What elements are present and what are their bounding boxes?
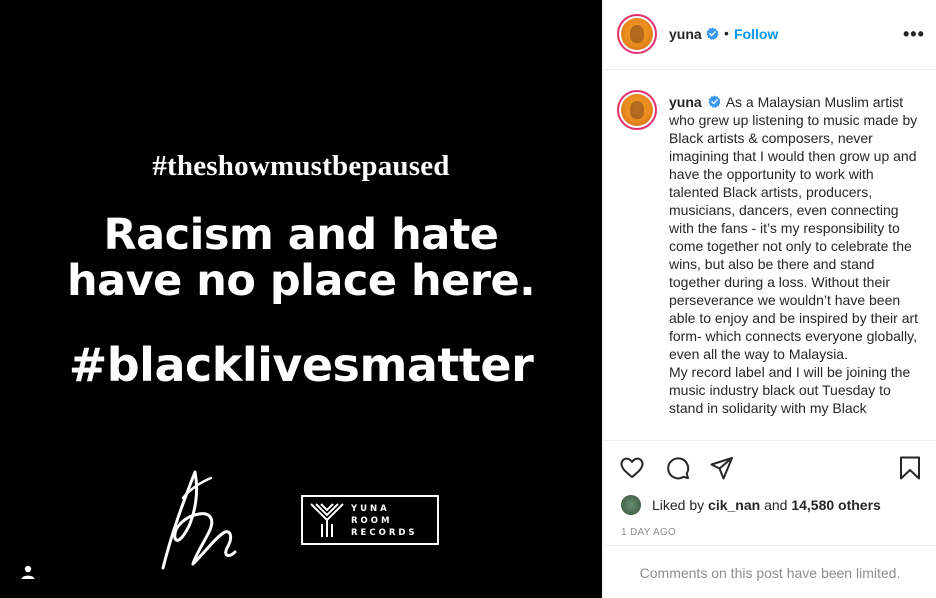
bookmark-icon[interactable] (897, 455, 923, 481)
post-timestamp[interactable]: 1 DAY AGO (621, 527, 676, 538)
y-logo-mark (310, 503, 344, 537)
caption-text-continued: My record label and I will be joining th… (669, 364, 911, 416)
verified-badge-icon (706, 27, 719, 40)
signature-icon (161, 470, 237, 570)
comments-limited-notice: Comments on this post have been limited. (603, 545, 936, 598)
label-logo-line: ROOM (351, 516, 393, 526)
likes-count[interactable]: 14,580 others (791, 497, 881, 513)
yuna-room-records-logo: YUNA ROOM RECORDS (301, 495, 439, 545)
liker-avatar[interactable] (621, 495, 641, 515)
verified-badge-icon (708, 95, 721, 108)
author-username[interactable]: yuna (669, 26, 702, 42)
author-avatar[interactable] (617, 14, 657, 54)
more-options-button[interactable]: ••• (903, 24, 925, 45)
header-separator: • (724, 25, 729, 41)
likes-text: Liked by cik_nan and 14,580 others (652, 497, 881, 513)
label-logo-text: YUNA ROOM RECORDS (351, 503, 418, 539)
liker-username[interactable]: cik_nan (708, 497, 760, 513)
post-side-panel: yuna • Follow ••• yuna As a Malaysian Mu… (602, 0, 936, 598)
post-actions: Liked by cik_nan and 14,580 others 1 DAY… (603, 440, 936, 544)
caption-avatar[interactable] (617, 90, 657, 130)
post-header: yuna • Follow ••• (603, 0, 936, 70)
heart-icon[interactable] (619, 455, 645, 481)
label-logo-line: YUNA (351, 504, 390, 514)
caption-text: As a Malaysian Muslim artist who grew up… (669, 94, 919, 362)
caption-section: yuna As a Malaysian Muslim artist who gr… (603, 71, 936, 440)
media-headline-line2: have no place here. (66, 256, 536, 306)
label-logo-line: RECORDS (351, 528, 418, 538)
follow-button[interactable]: Follow (734, 26, 778, 42)
tagged-user-icon[interactable] (18, 562, 38, 582)
share-icon[interactable] (709, 455, 735, 481)
media-headline: Racism and hate have no place here. (0, 212, 602, 304)
media-hashtag-bottom: #blacklivesmatter (68, 338, 534, 392)
comment-icon[interactable] (665, 455, 691, 481)
likes-prefix: Liked by (652, 497, 705, 513)
media-hashtag-top: #theshowmustbepaused (152, 150, 450, 182)
caption-username[interactable]: yuna (669, 94, 702, 110)
post-media[interactable]: #theshowmustbepaused Racism and hate hav… (0, 0, 602, 598)
media-headline-line1: Racism and hate (103, 210, 499, 260)
caption-text-block: yuna As a Malaysian Muslim artist who gr… (669, 93, 919, 417)
likes-conjunction: and (764, 497, 788, 513)
